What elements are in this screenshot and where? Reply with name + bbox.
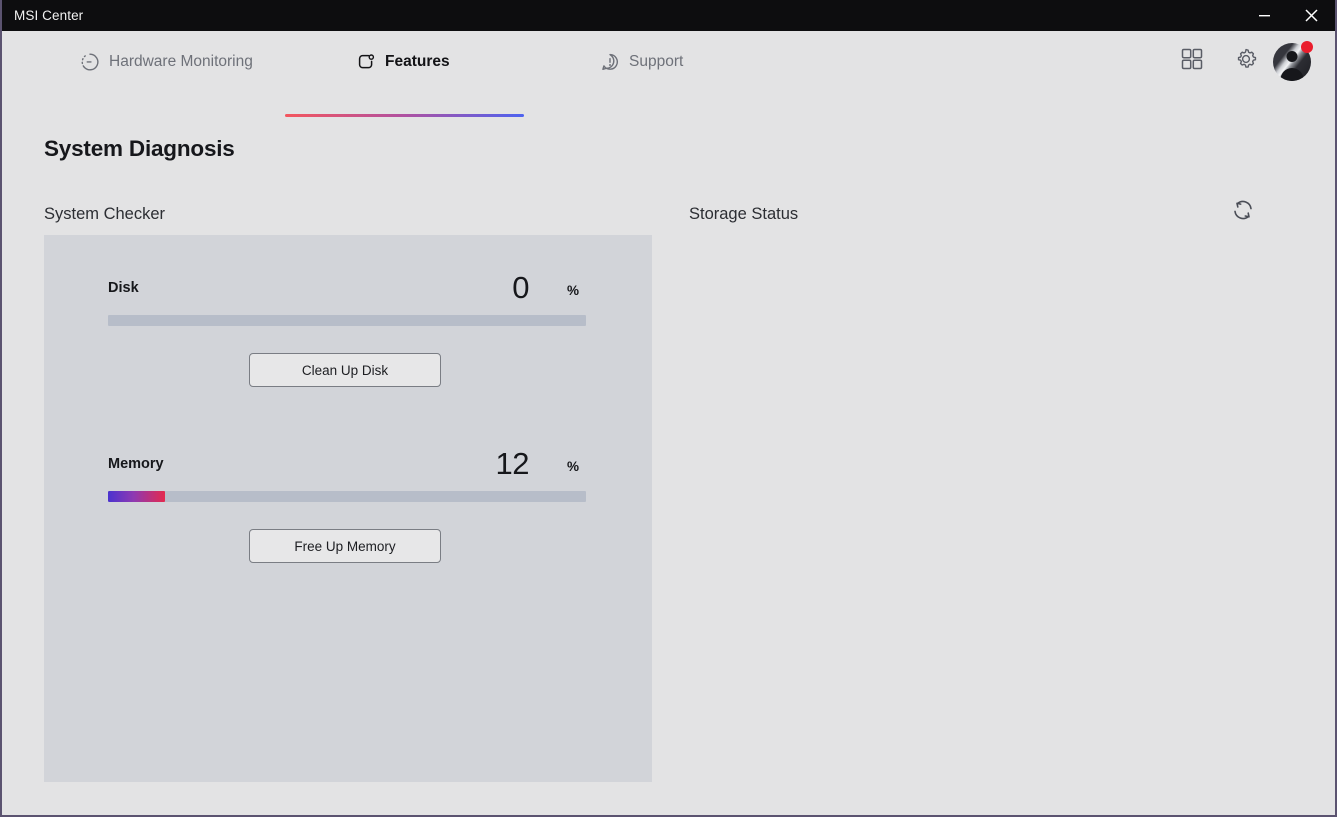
tab-hardware-monitoring[interactable]: Hardware Monitoring bbox=[80, 31, 253, 92]
feature-square-icon bbox=[356, 52, 376, 72]
tab-hardware-monitoring-label: Hardware Monitoring bbox=[109, 52, 253, 70]
storage-status-panel bbox=[689, 235, 1297, 782]
metric-memory-bar-fill bbox=[108, 491, 166, 502]
window-title: MSI Center bbox=[14, 8, 84, 23]
metric-memory-bar-track bbox=[108, 491, 586, 502]
metric-memory-value: 12 bbox=[495, 446, 530, 481]
metric-disk-name: Disk bbox=[108, 280, 139, 296]
gear-icon bbox=[1232, 45, 1260, 78]
notification-badge bbox=[1301, 40, 1313, 53]
storage-status-label: Storage Status bbox=[689, 205, 799, 223]
navbar-action-icons bbox=[1165, 31, 1313, 92]
support-bubble-icon bbox=[600, 52, 620, 72]
window-titlebar: MSI Center bbox=[2, 0, 1335, 31]
tab-features-label: Features bbox=[385, 52, 450, 70]
metric-memory-unit: % bbox=[567, 459, 580, 474]
system-checker-card: Disk 0 % Clean Up Disk Memory 12 % Free … bbox=[44, 235, 652, 782]
msi-center-window: MSI Center Hardware Monitoring Features … bbox=[0, 0, 1337, 817]
tab-features[interactable]: Features bbox=[356, 31, 450, 92]
active-tab-underline bbox=[285, 114, 524, 117]
grid-apps-button[interactable] bbox=[1165, 35, 1219, 89]
main-navbar: Hardware Monitoring Features Support bbox=[4, 31, 1335, 117]
grid-apps-icon bbox=[1179, 46, 1205, 77]
refresh-icon bbox=[1230, 197, 1256, 228]
gauge-icon bbox=[80, 52, 100, 72]
account-avatar-button[interactable] bbox=[1273, 40, 1313, 81]
close-button[interactable] bbox=[1288, 0, 1335, 31]
settings-button[interactable] bbox=[1219, 35, 1273, 89]
clean-up-disk-button[interactable]: Clean Up Disk bbox=[249, 353, 441, 387]
avatar-body bbox=[1280, 67, 1304, 81]
refresh-storage-button[interactable] bbox=[1226, 195, 1260, 229]
metric-disk-unit: % bbox=[567, 283, 580, 298]
tab-support-label: Support bbox=[629, 52, 684, 70]
metric-disk-value: 0 bbox=[512, 270, 529, 305]
minimize-button[interactable] bbox=[1241, 0, 1288, 31]
tab-support[interactable]: Support bbox=[600, 31, 683, 92]
window-controls bbox=[1241, 0, 1335, 31]
free-up-memory-button[interactable]: Free Up Memory bbox=[249, 529, 441, 563]
close-icon bbox=[1305, 9, 1318, 22]
metric-memory-name: Memory bbox=[108, 456, 164, 472]
avatar-head bbox=[1286, 50, 1298, 62]
page-title: System Diagnosis bbox=[44, 136, 235, 161]
metric-disk-bar-track bbox=[108, 315, 586, 326]
minimize-icon bbox=[1259, 15, 1270, 17]
system-checker-label: System Checker bbox=[44, 205, 166, 223]
